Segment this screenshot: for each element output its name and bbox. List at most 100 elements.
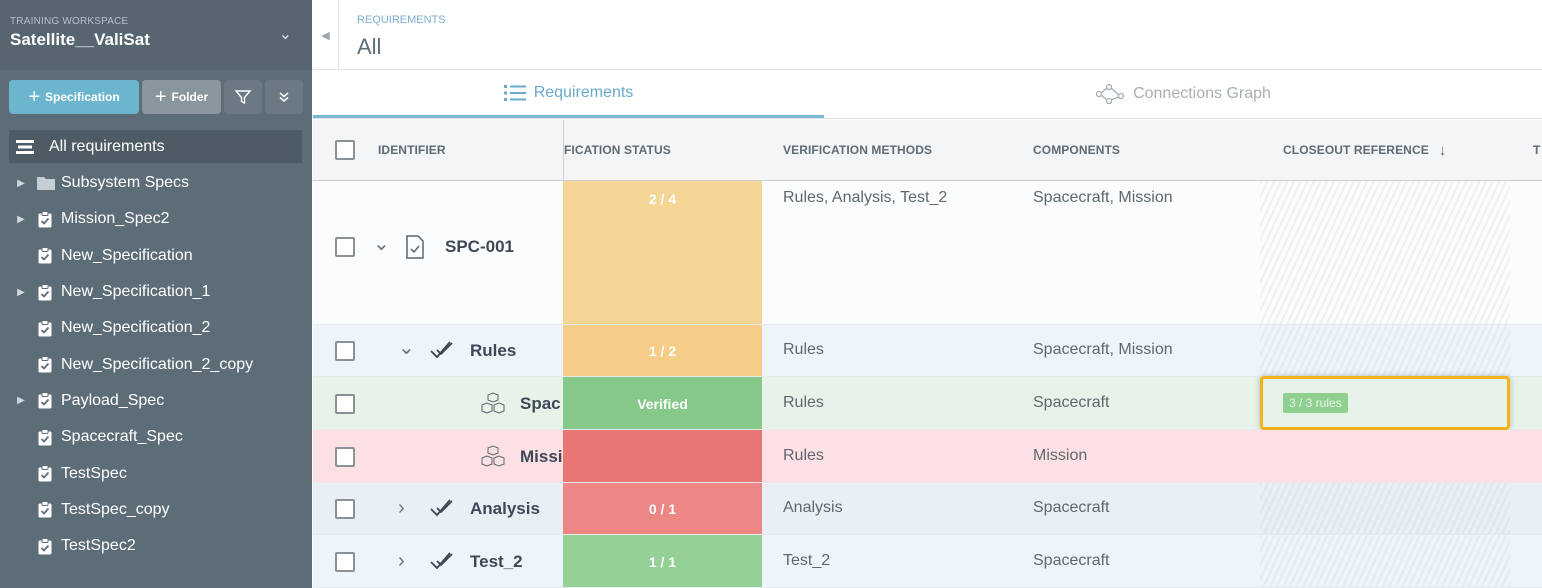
closeout-badge: 3 / 3 rules	[1283, 393, 1348, 413]
column-identifier[interactable]: IDENTIFIER	[378, 120, 446, 180]
sidebar-item[interactable]: Spacecraft_Spec	[9, 419, 302, 455]
table-row[interactable]: ⌄ SPC-001 2 / 4 Rules, Analysis, Test_2 Spac…	[313, 181, 1542, 325]
double-chevron-down-icon	[279, 92, 289, 102]
requirement-identifier[interactable]: Analysis	[470, 499, 540, 519]
verification-methods-cell: Rules, Analysis, Test_2	[783, 189, 948, 206]
sidebar-item[interactable]: New_Specification	[9, 238, 302, 274]
row-checkbox[interactable]	[335, 499, 355, 519]
sidebar-item-label: New_Specification_2	[61, 319, 211, 337]
double-check-icon	[430, 497, 454, 524]
select-all-checkbox[interactable]	[335, 140, 355, 160]
column-components[interactable]: COMPONENTS	[1033, 120, 1120, 180]
double-check-icon	[430, 339, 454, 366]
clipboard-check-icon	[37, 356, 53, 373]
column-verification-status[interactable]: FICATION STATUS	[563, 120, 763, 180]
sidebar-item[interactable]: TestSpec_copy	[9, 492, 302, 528]
sidebar-item-label: New_Specification	[61, 246, 193, 264]
components-cell: Spacecraft, Mission	[1033, 189, 1173, 206]
sidebar-item-label: Mission_Spec2	[61, 210, 170, 228]
requirement-identifier[interactable]: Rules	[470, 341, 516, 361]
expand-caret-icon[interactable]: ▶	[11, 287, 31, 298]
table-row[interactable]: ⌄ Rules 1 / 2 Rules Spacecraft, Mission	[313, 325, 1542, 377]
components-cell: Mission	[1033, 446, 1088, 464]
sidebar-item-label: Payload_Spec	[61, 391, 165, 409]
sidebar-item[interactable]: ▶ Mission_Spec2	[9, 201, 302, 237]
sidebar-item[interactable]: ▶ New_Specification_1	[9, 274, 302, 310]
verification-status-value: Verified	[637, 395, 688, 412]
expand-caret-icon[interactable]: ▶	[11, 178, 31, 189]
components-cell: Spacecraft	[1033, 499, 1110, 516]
verification-status-value: 1 / 1	[648, 553, 677, 570]
verification-status-cell	[563, 430, 762, 482]
chevron-right-icon[interactable]: ›	[398, 550, 405, 573]
column-closeout-reference[interactable]: CLOSEOUT REFERENCE ↓	[1283, 120, 1446, 180]
sidebar: TRAINING WORKSPACE Satellite__ValiSat ⌄ …	[0, 0, 312, 588]
requirements-table: IDENTIFIER FICATION STATUS VERIFICATION …	[313, 0, 1542, 588]
requirement-identifier[interactable]: Spac	[520, 394, 561, 414]
sidebar-item[interactable]: New_Specification_2	[9, 310, 302, 346]
closeout-reference-cell[interactable]	[1260, 181, 1510, 324]
row-checkbox[interactable]	[335, 446, 355, 467]
chevron-down-icon[interactable]: ⌄	[398, 335, 415, 360]
plus-icon: +	[154, 85, 167, 108]
all-requirements-label: All requirements	[49, 137, 165, 155]
verification-methods-cell: Rules	[783, 341, 824, 358]
requirement-identifier[interactable]: Test_2	[470, 552, 523, 572]
closeout-reference-cell[interactable]	[1260, 483, 1510, 534]
sidebar-item[interactable]: New_Specification_2_copy	[9, 346, 302, 382]
verification-status-cell: 1 / 2	[563, 325, 762, 376]
column-closeout-reference-label: CLOSEOUT REFERENCE	[1283, 143, 1429, 157]
closeout-reference-cell[interactable]	[1260, 535, 1510, 587]
collapse-all-button[interactable]	[265, 80, 303, 114]
requirement-identifier[interactable]: Missi	[520, 447, 562, 467]
table-row[interactable]: Missi Rules Mission	[313, 430, 1542, 483]
filter-button[interactable]	[224, 80, 262, 114]
expand-caret-icon[interactable]: ▶	[11, 214, 31, 225]
clipboard-check-icon	[37, 319, 53, 337]
components-cell: Spacecraft	[1033, 551, 1110, 569]
add-folder-label: Folder	[171, 90, 209, 104]
table-row[interactable]: Spac Verified Rules Spacecraft 3 / 3 rules	[313, 376, 1542, 430]
table-row[interactable]: › Test_2 1 / 1 Test_2 Spacecraft	[313, 535, 1542, 588]
table-row[interactable]: › Analysis 0 / 1 Analysis Spacecraft	[313, 483, 1542, 535]
verification-methods-cell: Test_2	[783, 551, 831, 569]
add-specification-button[interactable]: + Specification	[9, 80, 139, 114]
clipboard-check-icon	[37, 392, 53, 409]
sidebar-item[interactable]: TestSpec	[9, 455, 302, 491]
row-checkbox[interactable]	[335, 393, 355, 414]
chevron-right-icon[interactable]: ›	[398, 497, 405, 520]
expand-caret-icon[interactable]: ▶	[11, 395, 31, 406]
sidebar-item[interactable]: ▶ Subsystem Specs	[9, 165, 302, 201]
cubes-icon	[480, 391, 506, 421]
column-verification-methods[interactable]: VERIFICATION METHODS	[783, 120, 932, 180]
sort-descending-icon[interactable]: ↓	[1439, 142, 1447, 159]
sidebar-item[interactable]: TestSpec2	[9, 528, 302, 564]
workspace-selector[interactable]: TRAINING WORKSPACE Satellite__ValiSat ⌄	[0, 0, 312, 70]
components-cell: Spacecraft	[1033, 393, 1110, 411]
verification-status-value: 2 / 4	[648, 191, 677, 207]
clipboard-check-icon	[37, 247, 53, 264]
closeout-reference-cell[interactable]: 3 / 3 rules	[1260, 376, 1510, 430]
document-check-icon	[405, 235, 425, 264]
row-checkbox[interactable]	[335, 237, 355, 257]
clipboard-check-icon	[37, 428, 53, 446]
sidebar-item-label: Subsystem Specs	[61, 174, 190, 192]
row-checkbox[interactable]	[335, 551, 355, 572]
clipboard-check-icon	[37, 501, 53, 518]
row-checkbox[interactable]	[335, 341, 355, 361]
sidebar-item[interactable]: ▶ Payload_Spec	[9, 383, 302, 419]
plus-icon: +	[28, 85, 40, 108]
all-requirements-item[interactable]: All requirements	[9, 130, 302, 163]
chevron-down-icon[interactable]: ⌄	[279, 24, 292, 44]
verification-status-value: 1 / 2	[648, 343, 677, 359]
requirement-identifier[interactable]: SPC-001	[445, 237, 514, 257]
verification-methods-cell: Rules	[783, 393, 824, 411]
folder-icon	[37, 175, 55, 192]
closeout-reference-cell[interactable]	[1260, 325, 1510, 376]
column-t[interactable]: T	[1533, 120, 1540, 180]
filter-icon	[234, 90, 252, 105]
sidebar-item-label: TestSpec_copy	[61, 500, 170, 518]
chevron-down-icon[interactable]: ⌄	[373, 231, 390, 256]
sidebar-item-label: New_Specification_2_copy	[61, 355, 254, 373]
add-folder-button[interactable]: + Folder	[142, 80, 221, 114]
